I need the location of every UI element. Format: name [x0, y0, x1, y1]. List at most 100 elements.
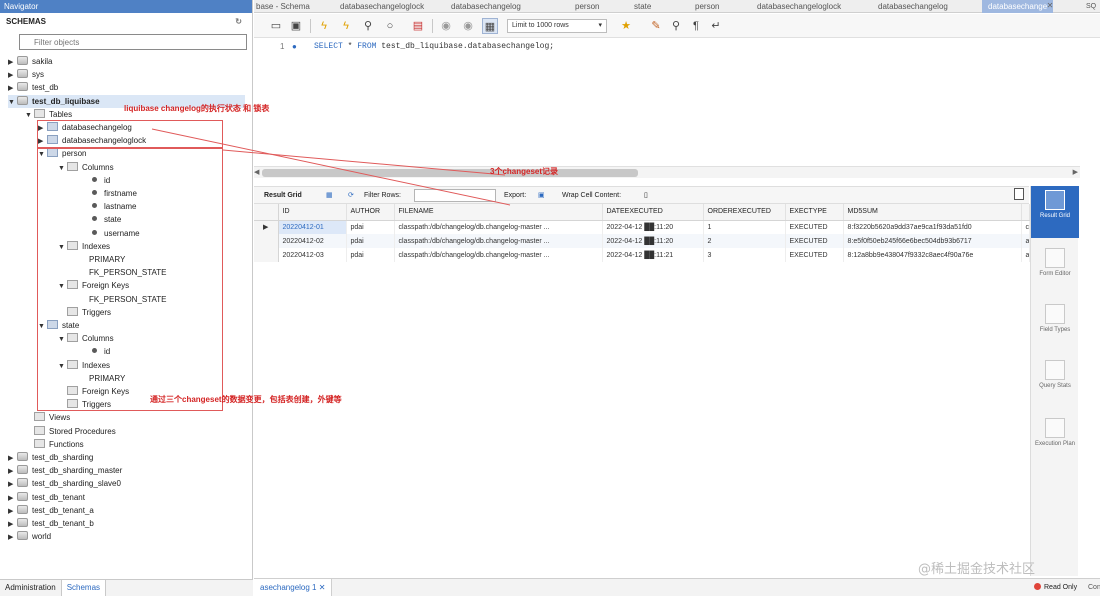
expand-arrow-icon[interactable]: ▶: [8, 82, 17, 95]
collapse-arrow-icon[interactable]: ▼: [25, 109, 34, 122]
save-icon[interactable]: ▣: [288, 18, 304, 34]
tree-item[interactable]: ▶ test_db_sharding_master: [8, 464, 122, 477]
side-form-editor[interactable]: Form Editor: [1031, 248, 1079, 278]
autocommit-icon[interactable]: ▦: [482, 18, 498, 34]
tab-person[interactable]: person: [575, 0, 599, 13]
tab-databasechangelog-2[interactable]: databasechangelog: [878, 0, 948, 13]
side-field-types[interactable]: Field Types: [1031, 304, 1079, 334]
rollback-icon[interactable]: ◉: [460, 18, 476, 34]
refresh-rows-icon[interactable]: ⟳: [348, 187, 354, 204]
table-cell[interactable]: 20220412-02: [278, 234, 347, 248]
table-cell[interactable]: pdai: [346, 234, 395, 248]
tree-item[interactable]: ▶ world: [8, 530, 51, 543]
table-cell[interactable]: cr: [1021, 220, 1030, 234]
context-tab[interactable]: Con: [1088, 579, 1100, 596]
column-header[interactable]: EXECTYPE: [785, 204, 844, 221]
table-cell[interactable]: 2: [703, 234, 786, 248]
tab-administration[interactable]: Administration: [0, 580, 61, 596]
expand-arrow-icon[interactable]: ▶: [8, 465, 17, 478]
wrap-lines-icon[interactable]: ↵: [708, 18, 724, 34]
commit-icon[interactable]: ◉: [438, 18, 454, 34]
expand-arrow-icon[interactable]: ▶: [8, 452, 17, 465]
tree-item[interactable]: Functions: [25, 438, 84, 451]
table-cell[interactable]: ad: [1021, 248, 1030, 262]
filter-rows-input[interactable]: [414, 189, 496, 202]
tree-item[interactable]: ▼ Tables: [25, 108, 72, 121]
table-cell[interactable]: 8:e5f0f50eb245f66e6bec504db93b6717: [843, 234, 1022, 248]
explain-icon[interactable]: ⚲: [360, 18, 376, 34]
column-header[interactable]: [1021, 204, 1030, 221]
execute-icon[interactable]: ϟ: [316, 18, 332, 34]
close-result-tab-icon[interactable]: ✕: [319, 583, 326, 592]
table-cell[interactable]: 2022-04-12 ██:11:20: [602, 220, 704, 234]
toggle-error-icon[interactable]: ▤: [410, 18, 426, 34]
table-cell[interactable]: pdai: [346, 248, 395, 262]
collapse-arrow-icon[interactable]: ▼: [8, 96, 17, 109]
expand-arrow-icon[interactable]: ▶: [8, 69, 17, 82]
tree-item[interactable]: Views: [25, 411, 70, 424]
tab-active[interactable]: databasechange: [982, 0, 1054, 13]
filter-objects-input[interactable]: [19, 34, 247, 50]
expand-arrow-icon[interactable]: ▶: [8, 518, 17, 531]
current-row-indicator[interactable]: ▶: [254, 220, 279, 234]
tree-item[interactable]: ▶ sakila: [8, 55, 52, 68]
table-cell[interactable]: classpath:/db/changelog/db.changelog-mas…: [394, 234, 603, 248]
expand-arrow-icon[interactable]: ▶: [8, 492, 17, 505]
panel-toggle-icon[interactable]: [1014, 188, 1024, 200]
tab-schemas[interactable]: Schemas: [60, 580, 107, 596]
grid-icon[interactable]: ▦: [326, 187, 333, 204]
open-file-icon[interactable]: ▭: [268, 18, 284, 34]
tree-item[interactable]: ▶ test_db_tenant: [8, 491, 85, 504]
table-cell[interactable]: EXECUTED: [785, 234, 844, 248]
tab-databasechangelog[interactable]: databasechangelog: [451, 0, 521, 13]
table-row[interactable]: 20220412-03 pdai classpath:/db/changelog/d…: [254, 248, 1030, 262]
table-cell[interactable]: 2022-04-12 ██:11:20: [602, 234, 704, 248]
table-cell[interactable]: 8:12a8bb9e438047f9332c8aec4f90a76e: [843, 248, 1022, 262]
tab-person-2[interactable]: person: [695, 0, 719, 13]
side-execution-plan[interactable]: Execution Plan: [1031, 418, 1079, 448]
column-header[interactable]: DATEEXECUTED: [602, 204, 704, 221]
row-gutter[interactable]: [254, 234, 279, 248]
table-cell[interactable]: 20220412-01: [278, 220, 347, 234]
tab-schema[interactable]: base - Schema: [256, 0, 310, 13]
table-cell[interactable]: 8:f3220b5620a9dd37ae9ca1f93da51fd0: [843, 220, 1022, 234]
table-cell[interactable]: classpath:/db/changelog/db.changelog-mas…: [394, 220, 603, 234]
table-cell[interactable]: 3: [703, 248, 786, 262]
column-header[interactable]: AUTHOR: [346, 204, 395, 221]
side-result-grid[interactable]: Result Grid: [1031, 186, 1079, 238]
expand-arrow-icon[interactable]: ▶: [8, 478, 17, 491]
row-gutter[interactable]: [254, 248, 279, 262]
sql-statement[interactable]: SELECT * FROM test_db_liquibase.database…: [314, 42, 554, 51]
brush-icon[interactable]: ✎: [648, 18, 664, 34]
editor-horizontal-scrollbar[interactable]: ◀ ▶: [254, 166, 1080, 178]
tab-databasechangeloglock[interactable]: databasechangeloglock: [340, 0, 424, 13]
tree-item[interactable]: ▶ test_db: [8, 81, 58, 94]
tab-databasechangeloglock-2[interactable]: databasechangeloglock: [757, 0, 841, 13]
side-query-stats[interactable]: Query Stats: [1031, 360, 1079, 390]
table-cell[interactable]: EXECUTED: [785, 220, 844, 234]
table-cell[interactable]: EXECUTED: [785, 248, 844, 262]
scroll-right-icon[interactable]: ▶: [1073, 167, 1078, 179]
tree-item[interactable]: ▶ test_db_sharding_slave0: [8, 477, 121, 490]
expand-arrow-icon[interactable]: ▶: [8, 531, 17, 544]
tree-item[interactable]: ▶ test_db_tenant_b: [8, 517, 94, 530]
find-icon[interactable]: ⚲: [668, 18, 684, 34]
table-row[interactable]: ▶ 20220412-01 pdai classpath:/db/changelog/…: [254, 220, 1030, 234]
result-grid-label[interactable]: Result Grid: [264, 187, 302, 204]
column-header[interactable]: ORDEREXECUTED: [703, 204, 786, 221]
expand-arrow-icon[interactable]: ▶: [8, 505, 17, 518]
wrap-cell-icon[interactable]: ▯: [644, 187, 648, 204]
scroll-left-icon[interactable]: ◀: [254, 167, 259, 179]
invisible-chars-icon[interactable]: ¶: [688, 18, 704, 34]
result-tab[interactable]: asechangelog 1 ✕: [254, 579, 333, 596]
execute-current-icon[interactable]: ϟ: [338, 18, 354, 34]
column-header[interactable]: ID: [278, 204, 347, 221]
table-row[interactable]: 20220412-02 pdai classpath:/db/changelog/d…: [254, 234, 1030, 248]
tree-item[interactable]: ▶ test_db_tenant_a: [8, 504, 94, 517]
table-cell[interactable]: 1: [703, 220, 786, 234]
column-header[interactable]: MD5SUM: [843, 204, 1022, 221]
limit-rows-select[interactable]: Limit to 1000 rows ▾: [507, 19, 607, 33]
beautify-icon[interactable]: ★: [618, 18, 634, 34]
refresh-icon[interactable]: ↻: [235, 13, 242, 31]
tab-state[interactable]: state: [634, 0, 651, 13]
